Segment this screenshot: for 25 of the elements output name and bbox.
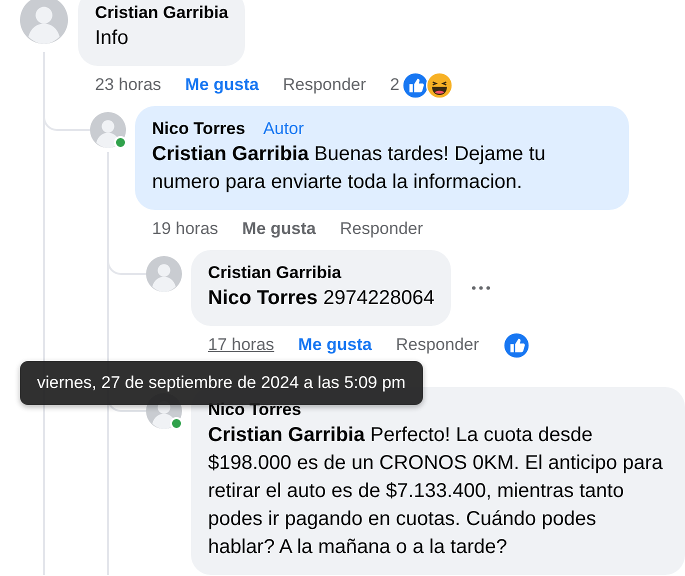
like-link[interactable]: Me gusta xyxy=(242,219,316,239)
timestamp-link[interactable]: 19 horas xyxy=(152,219,218,239)
comment-text: Cristian Garribia Perfecto! La cuota desde $198.000 es de un CRONOS 0KM. El anticipo para retirar el auto es de $7.133.400, mientras tanto podes ir pagando en cuotas. Cuándo podes hablar? A la mañana o a la tarde? xyxy=(208,423,664,560)
reply-link[interactable]: Responder xyxy=(340,219,424,239)
reply-link[interactable]: Responder xyxy=(282,75,366,95)
comment-text: Nico Torres 2974228064 xyxy=(208,286,434,311)
avatar xyxy=(90,112,126,148)
timestamp-link[interactable]: 17 horas xyxy=(208,335,274,355)
like-link[interactable]: Me gusta xyxy=(298,335,372,355)
author-name[interactable]: Cristian Garribia xyxy=(95,2,228,24)
author-name[interactable]: Nico Torres xyxy=(152,118,246,140)
author-label: Autor xyxy=(263,118,304,140)
like-icon xyxy=(503,332,530,358)
like-link[interactable]: Me gusta xyxy=(185,75,259,95)
avatar xyxy=(20,0,68,44)
reaction-count: 2 xyxy=(390,75,400,95)
timestamp-link[interactable]: 23 horas xyxy=(95,75,162,95)
comment-text: Cristian Garribia Buenas tardes! Dejame tu numero para enviarte toda la informacion. xyxy=(152,142,547,195)
date-tooltip: viernes, 27 de septiembre de 2024 a las 5:09 pm xyxy=(20,361,423,405)
avatar xyxy=(146,256,182,292)
laughing-emoji-icon xyxy=(426,72,452,98)
reply-link[interactable]: Responder xyxy=(396,335,480,355)
like-icon xyxy=(402,72,428,98)
comment-text: Info xyxy=(95,26,130,51)
author-name[interactable]: Cristian Garribia xyxy=(208,262,342,284)
